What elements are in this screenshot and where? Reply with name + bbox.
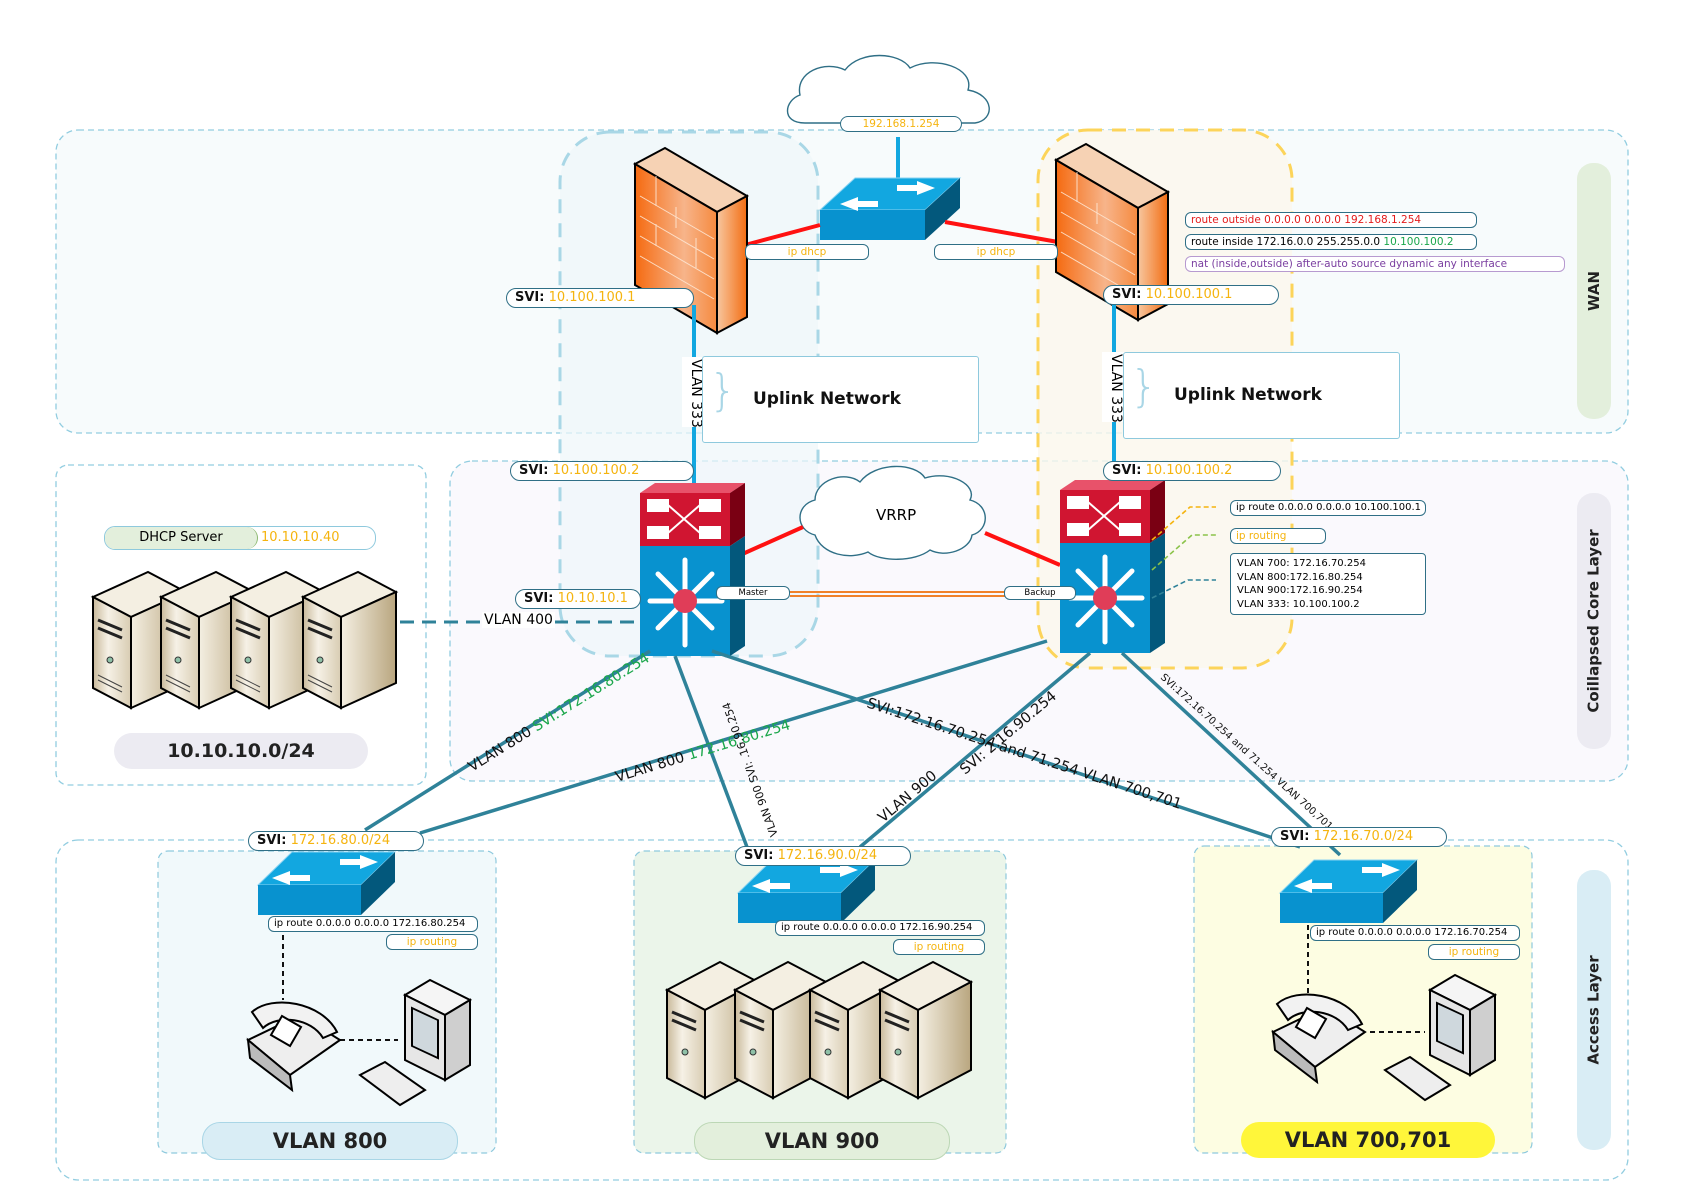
- vlan900-badge: VLAN 900: [694, 1122, 950, 1160]
- vlan800-ip-routing: ip routing: [386, 934, 478, 950]
- brace-icon: }: [1130, 361, 1158, 412]
- brace-icon: }: [709, 365, 737, 416]
- vlan900-svi-label: SVI: 172.16.90.0/24: [735, 846, 911, 866]
- left-uplink-network-box: } Uplink Network: [702, 356, 979, 443]
- vlan900-ip-route: ip route 0.0.0.0 0.0.0.0 172.16.90.254: [775, 920, 985, 936]
- backup-label: Backup: [1004, 586, 1076, 600]
- internet-gateway-label: 192.168.1.254: [840, 116, 962, 132]
- left-fw-dhcp-label: ip dhcp: [745, 244, 869, 260]
- vrrp-label: VRRP: [876, 506, 917, 524]
- right-core-uplink-svi: SVI: 10.100.100.2: [1103, 461, 1281, 481]
- left-core-switch-icon: [640, 483, 745, 656]
- fw-config-route-inside: route inside 172.16.0.0 255.255.0.0 10.1…: [1185, 234, 1477, 250]
- vlan700-svi-label: SVI: 172.16.70.0/24: [1271, 827, 1447, 847]
- vlan900-server-rack-icon: [664, 960, 973, 1100]
- vlan800-svi-label: SVI: 172.16.80.0/24: [248, 831, 424, 851]
- vlan800-badge: VLAN 800: [202, 1122, 458, 1160]
- fw-config-nat: nat (inside,outside) after-auto source d…: [1185, 256, 1565, 272]
- right-fw-dhcp-label: ip dhcp: [934, 244, 1058, 260]
- left-core-uplink-svi: SVI: 10.100.100.2: [510, 461, 694, 481]
- fw-config-route-outside: route outside 0.0.0.0 0.0.0.0 192.168.1.…: [1185, 212, 1477, 228]
- master-label: Master: [716, 586, 790, 600]
- vlan800-ip-route: ip route 0.0.0.0 0.0.0.0 172.16.80.254: [268, 916, 478, 932]
- network-diagram: VLAN 800 SVI:172.16.80.254 VLAN 800 172.…: [55, 54, 1629, 1181]
- layer-tag-core: Coillapsed Core Layer: [1577, 493, 1611, 749]
- vlan400-label: VLAN 400: [482, 612, 555, 628]
- core-config-vlan-list: VLAN 700: 172.16.70.254 VLAN 800:172.16.…: [1230, 553, 1426, 615]
- dhcp-subnet-badge: 10.10.10.0/24: [114, 733, 368, 769]
- core-config-ip-route: ip route 0.0.0.0 0.0.0.0 10.100.100.1: [1230, 500, 1426, 516]
- dhcp-server-label: DHCP Server 10.10.10.40: [104, 526, 376, 550]
- left-fw-svi-label: SVI: 10.100.100.1: [506, 288, 694, 308]
- right-core-switch-icon: [1060, 480, 1165, 653]
- core-config-ip-routing: ip routing: [1230, 528, 1326, 544]
- vlan700-ip-routing: ip routing: [1428, 944, 1520, 960]
- layer-tag-wan: WAN: [1577, 163, 1611, 419]
- left-core-vlan400-svi: SVI: 10.10.10.1: [515, 589, 641, 609]
- left-uplink-title: Uplink Network: [753, 389, 901, 409]
- right-uplink-title: Uplink Network: [1174, 385, 1322, 405]
- layer-tag-access: Access Layer: [1577, 870, 1611, 1150]
- right-uplink-network-box: } Uplink Network: [1123, 352, 1400, 439]
- vlan900-ip-routing: ip routing: [893, 939, 985, 955]
- right-fw-svi-label: SVI: 10.100.100.1: [1103, 285, 1279, 305]
- internet-cloud-icon: [786, 54, 990, 124]
- vlan700-badge: VLAN 700,701: [1241, 1122, 1495, 1158]
- dhcp-server-rack-icon: [90, 570, 398, 710]
- vlan700-ip-route: ip route 0.0.0.0 0.0.0.0 172.16.70.254: [1310, 925, 1520, 941]
